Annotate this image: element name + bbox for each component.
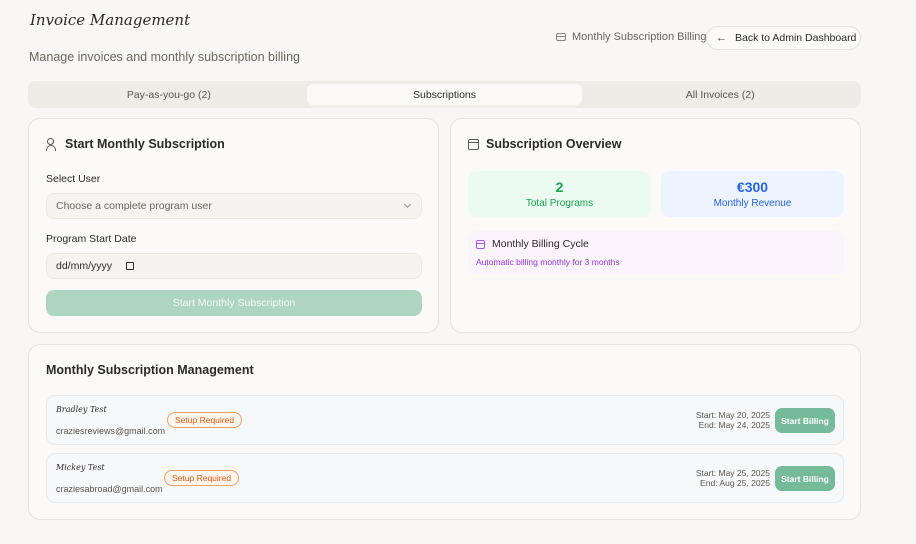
total-programs-value: 2 [555,179,564,195]
program-start-date-input[interactable]: dd/mm/yyyy [46,253,422,279]
credit-card-icon [556,33,566,41]
subscription-overview-panel: Subscription Overview 2 Total Programs €… [450,118,861,333]
subscription-dates: Start: May 25, 2025 End: Aug 25, 2025 [696,468,770,488]
tab-pay-as-you-go[interactable]: Pay-as-you-go (2) [31,84,307,105]
user-email: craziesreviews@gmail.com [56,426,166,436]
start-billing-button[interactable]: Start Billing [775,408,835,433]
page-subtitle: Manage invoices and monthly subscription… [29,50,300,64]
status-badge: Setup Required [167,412,243,428]
subscription-overview-title: Subscription Overview [486,137,622,151]
subscription-dates: Start: May 20, 2025 End: May 24, 2025 [696,410,770,430]
user-name: Mickey Test [56,463,105,472]
end-date: End: Aug 25, 2025 [700,478,770,488]
program-start-date-label: Program Start Date [46,233,137,245]
start-subscription-title: Start Monthly Subscription [65,137,225,151]
start-date: Start: May 25, 2025 [695,468,770,478]
monthly-subscription-billing-link[interactable]: Monthly Subscription Billing [556,31,707,43]
tab-subscriptions[interactable]: Subscriptions [306,84,583,105]
subscription-overview-heading: Subscription Overview [468,137,621,151]
tab-bar: Pay-as-you-go (2) Subscriptions All Invo… [28,81,861,108]
total-programs-stat: 2 Total Programs [468,171,651,217]
chevron-down-icon [403,200,412,209]
subscription-management-panel: Monthly Subscription Management Bradley … [28,344,861,520]
monthly-revenue-value: €300 [736,179,769,195]
arrow-left-icon: ← [716,32,727,44]
subscription-management-title: Monthly Subscription Management [46,363,254,377]
user-select[interactable]: Choose a complete program user [46,193,422,219]
calendar-icon [476,239,485,249]
monthly-revenue-label: Monthly Revenue [713,198,792,209]
monthly-revenue-stat: €300 Monthly Revenue [661,171,844,217]
total-programs-label: Total Programs [525,198,594,209]
subscription-row: Mickey Test craziesabroad@gmail.com Setu… [46,453,844,503]
end-date: End: May 24, 2025 [698,420,770,430]
user-email: craziesabroad@gmail.com [56,484,163,494]
start-billing-button[interactable]: Start Billing [775,466,835,491]
start-subscription-panel: Start Monthly Subscription Select User C… [28,118,439,333]
back-to-admin-dashboard-button[interactable]: ← Back to Admin Dashboard [706,26,861,50]
user-select-placeholder: Choose a complete program user [56,200,212,212]
status-badge: Setup Required [164,470,240,486]
start-monthly-subscription-button[interactable]: Start Monthly Subscription [46,290,422,316]
start-subscription-heading: Start Monthly Subscription [46,137,225,151]
calendar-icon [468,138,479,150]
date-placeholder: dd/mm/yyyy [56,260,113,272]
billing-cycle-box: Monthly Billing Cycle Automatic billing … [468,231,844,274]
start-date: Start: May 20, 2025 [695,410,770,420]
back-button-label: Back to Admin Dashboard [735,32,857,44]
monthly-subscription-billing-label: Monthly Subscription Billing [572,31,707,43]
page-title: Invoice Management [30,11,191,29]
tab-all-invoices[interactable]: All Invoices (2) [582,84,858,105]
user-name: Bradley Test [56,405,107,414]
calendar-picker-icon[interactable] [126,262,135,270]
billing-cycle-description: Automatic billing monthly for 3 months [476,257,620,267]
billing-cycle-title: Monthly Billing Cycle [492,238,589,250]
users-icon [46,138,58,151]
select-user-label: Select User [46,173,101,185]
subscription-row: Bradley Test craziesreviews@gmail.com Se… [46,395,844,445]
billing-cycle-heading: Monthly Billing Cycle [476,238,589,250]
